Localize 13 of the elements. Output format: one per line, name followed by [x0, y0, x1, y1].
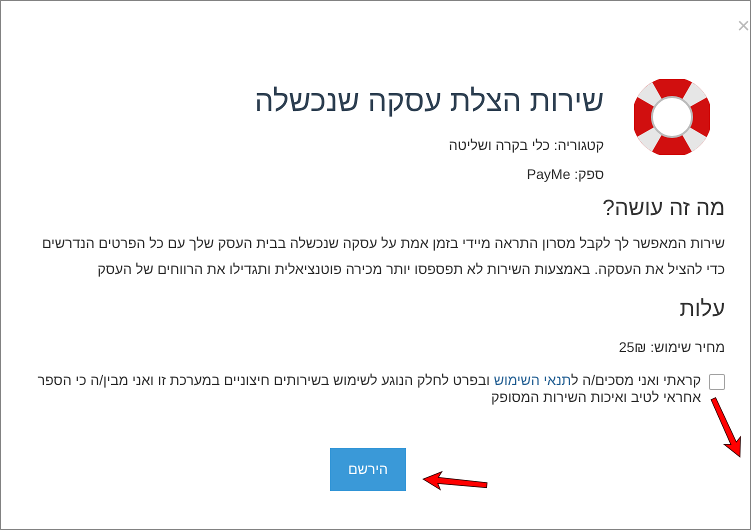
section-heading: מה זה עושה? — [601, 194, 725, 222]
provider-text: ספק: PayMe — [526, 164, 604, 184]
close-button[interactable]: × — [737, 15, 750, 37]
terms-text: קראתי ואני מסכים/ה לתנאי השימוש ובפרט לחלק הנוגע לשימוש בשירותים חיצוניים במערכת זו ואני מבין/ה כי הספר אחראי לטיב ואיכות השירות המסופק — [36, 372, 701, 406]
category-text: קטגוריה: כלי בקרה ושליטה — [448, 136, 604, 155]
price-text: מחיר שימוש: 25₪ — [618, 338, 725, 356]
terms-checkbox[interactable] — [709, 374, 725, 390]
dialog-title: שירות הצלת עסקה שנכשלה — [254, 84, 604, 120]
description-text: שירות המאפשר לך לקבל מסרון התראה מיידי בזמן אמת על עסקה שנכשלה בבית העסק שלך עם כל הפרטים הנדרשים כדי להציל את העסקה. באמצעות השירות לא תפספסו יותר מכירה פוטנציאלית ותגדילו את הרווחים של העסק — [40, 234, 725, 279]
lifebuoy-icon — [634, 79, 710, 155]
terms-link[interactable]: תנאי השימוש — [494, 372, 572, 388]
section-heading: עלות — [678, 294, 725, 322]
register-button[interactable]: הירשם — [330, 448, 406, 490]
